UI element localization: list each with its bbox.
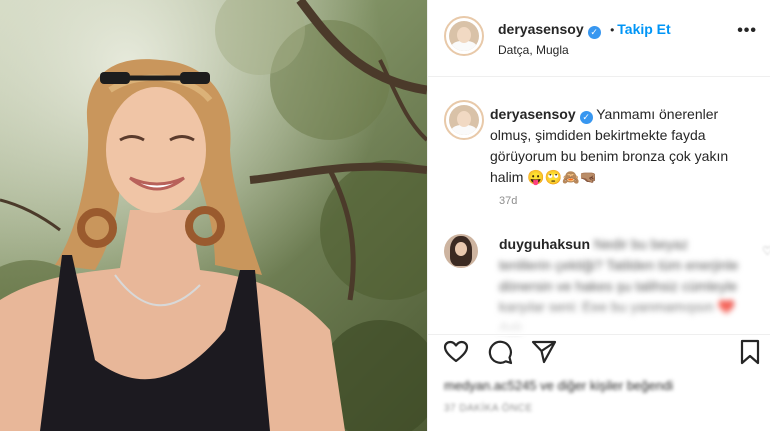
more-options-icon[interactable]: ••• — [737, 22, 757, 40]
caption-username[interactable]: deryasensoy — [490, 106, 576, 122]
follow-button[interactable]: Takip Et — [617, 21, 670, 37]
share-icon[interactable] — [530, 338, 558, 366]
commenter-username[interactable]: duyguhaksun — [499, 236, 590, 252]
caption-verified-icon: ✓ — [579, 111, 593, 124]
caption-time[interactable]: 37d — [499, 195, 517, 207]
comment-icon[interactable] — [486, 338, 514, 366]
header-title-row: deryasensoy ✓ • Takip Et — [498, 21, 671, 39]
header-separator: • — [610, 23, 615, 37]
comment-like-icon[interactable]: ♡ — [762, 244, 770, 258]
author-avatar[interactable] — [444, 16, 484, 56]
caption-avatar[interactable] — [444, 100, 484, 140]
post-caption: deryasensoy ✓ Yanmamı önerenler olmuş, şi… — [490, 104, 730, 188]
likes-summary[interactable]: medyan.ac5245 ve diğer kişiler beğendi — [444, 378, 673, 393]
author-username[interactable]: deryasensoy — [498, 21, 584, 37]
post-location[interactable]: Datça, Mugla — [498, 43, 569, 57]
heart-icon[interactable] — [442, 338, 470, 366]
photo-illustration — [0, 0, 427, 431]
comments-fade — [428, 300, 770, 336]
actions-divider — [428, 334, 770, 335]
verified-badge-icon: ✓ — [587, 26, 601, 39]
post-photo[interactable] — [0, 0, 427, 431]
post-timestamp[interactable]: 37 DAKİKA ÖNCE — [444, 403, 533, 414]
post-header: deryasensoy ✓ • Takip Et Datça, Mugla ••• — [428, 0, 770, 77]
post-actions — [442, 338, 762, 370]
commenter-avatar[interactable] — [444, 234, 478, 268]
post-side-panel: deryasensoy ✓ • Takip Et Datça, Mugla ••• … — [427, 0, 770, 431]
bookmark-icon[interactable] — [736, 338, 764, 366]
